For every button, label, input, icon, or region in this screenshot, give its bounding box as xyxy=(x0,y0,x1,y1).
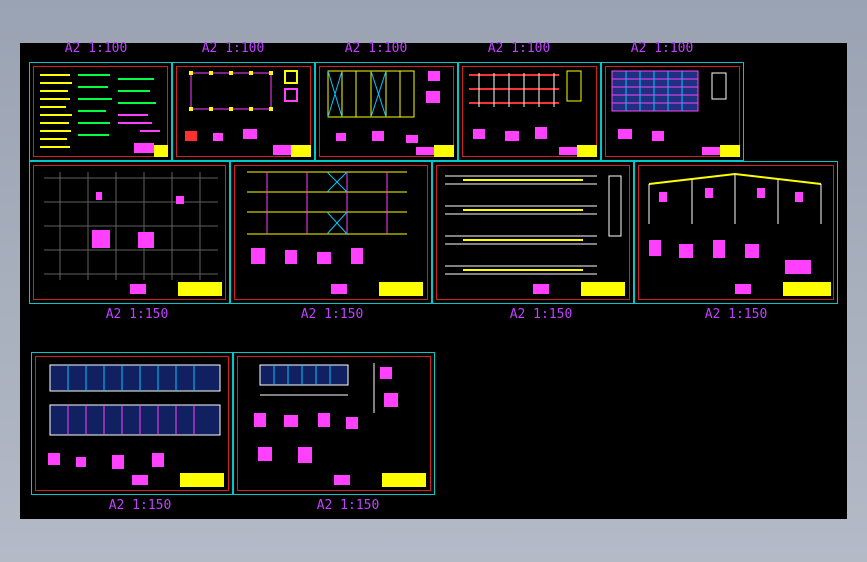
cad-drawing-canvas[interactable]: A2 1:100 A2 1:100 A2 1:100 A2 1:100 A2 1… xyxy=(20,41,847,519)
sheet-11-scale-label: A2 1:150 xyxy=(316,498,380,513)
sheet-11-drawing xyxy=(254,363,426,487)
sheet-4-roof-bracing[interactable] xyxy=(458,62,601,161)
sheet-6-drawing xyxy=(44,172,222,296)
sheet-9-drawing xyxy=(648,172,831,296)
sheet-10-wall-elevations[interactable] xyxy=(31,352,233,495)
sheet-2-foundation-plan[interactable] xyxy=(172,62,315,161)
sheet-3-drawing xyxy=(327,70,454,157)
sheet-6-column-layout[interactable] xyxy=(29,161,230,304)
sheet-2-scale-label: A2 1:100 xyxy=(201,41,265,56)
sheet-6-scale-label: A2 1:150 xyxy=(105,307,169,322)
sheet-8-drawing xyxy=(445,175,625,296)
sheet-1-scale-label: A2 1:100 xyxy=(64,41,128,56)
sheet-8-beam-details[interactable] xyxy=(432,161,634,304)
sheet-1-design-notes[interactable] xyxy=(29,62,172,161)
sheet-5-scale-label: A2 1:100 xyxy=(630,41,694,56)
sheet-10-drawing xyxy=(48,364,224,487)
sheet-9-scale-label: A2 1:150 xyxy=(704,307,768,322)
sheet-4-scale-label: A2 1:100 xyxy=(487,41,551,56)
sheet-5-drawing xyxy=(611,70,740,157)
sheet-7-scale-label: A2 1:150 xyxy=(300,307,364,322)
sheet-3-scale-label: A2 1:100 xyxy=(344,41,408,56)
sheet-1-drawing xyxy=(40,74,168,157)
sheet-7-bracing-details[interactable] xyxy=(230,161,432,304)
sheet-10-scale-label: A2 1:150 xyxy=(108,498,172,513)
sheet-5-purlin-layout[interactable] xyxy=(601,62,744,161)
sheet-3-frame-elevation[interactable] xyxy=(315,62,458,161)
sheet-2-drawing xyxy=(185,70,311,157)
sheet-4-drawing xyxy=(469,70,597,157)
sheet-7-drawing xyxy=(247,171,423,296)
sheet-11-connection-details[interactable] xyxy=(233,352,435,495)
sheet-9-portal-frame[interactable] xyxy=(634,161,838,304)
sheet-8-scale-label: A2 1:150 xyxy=(509,307,573,322)
